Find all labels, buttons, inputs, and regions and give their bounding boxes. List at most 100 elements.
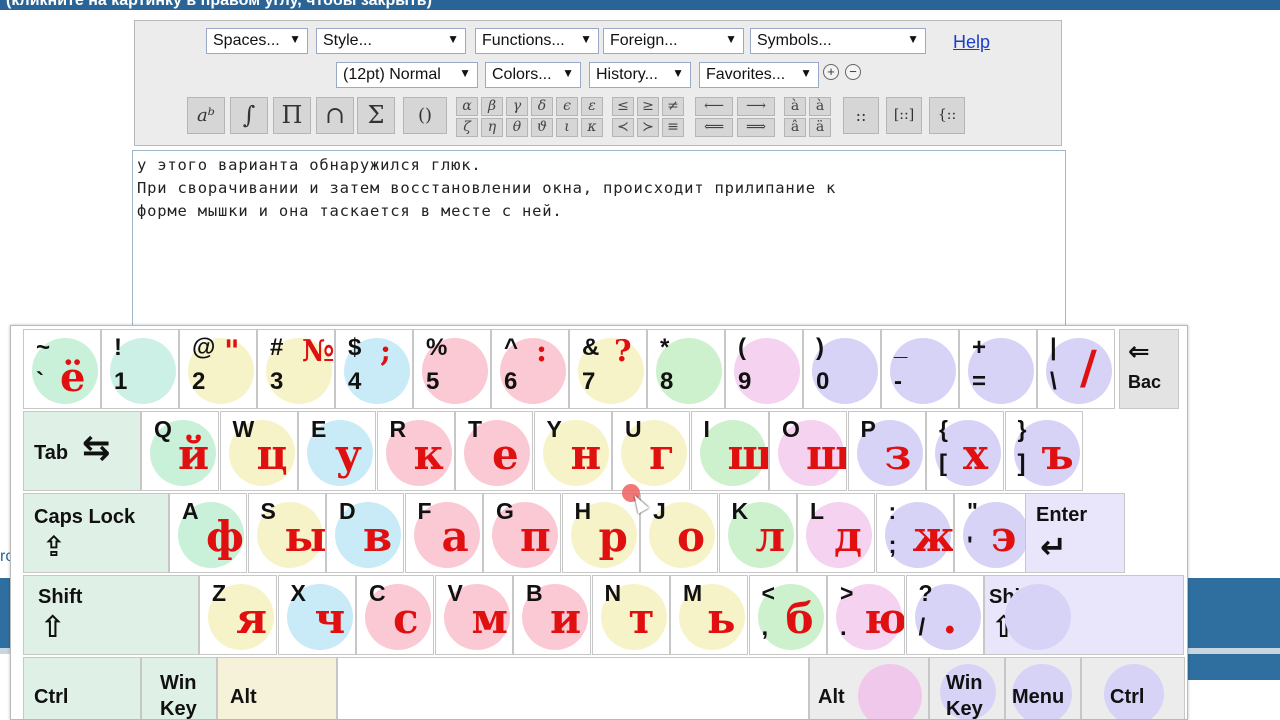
umlaut-accent-button[interactable]: ä (809, 118, 831, 137)
key-q[interactable]: Qй (141, 411, 219, 491)
left-ctrl-key[interactable]: Ctrl (23, 657, 141, 719)
prec-button[interactable]: ≺ (612, 118, 634, 137)
key-e[interactable]: Eу (298, 411, 376, 491)
eta-button[interactable]: η (481, 118, 503, 137)
key-8[interactable]: * 8 (647, 329, 725, 409)
superscript-button[interactable]: aᵇ (187, 97, 225, 134)
key-f[interactable]: Fа (404, 493, 483, 573)
key-m[interactable]: Mь (670, 575, 748, 655)
key-k[interactable]: Kл (718, 493, 797, 573)
key-r[interactable]: Rк (376, 411, 455, 491)
key-t[interactable]: Tе (455, 411, 533, 491)
key-1[interactable]: ! 1 (101, 329, 179, 409)
key-7[interactable]: & 7? (569, 329, 647, 409)
key-z[interactable]: Zя (199, 575, 277, 655)
key-u[interactable]: Uг (612, 411, 690, 491)
backspace-key[interactable]: Bac ⇐ (1119, 329, 1179, 409)
intersection-button[interactable]: ∩ (316, 97, 354, 134)
kappa-button[interactable]: κ (581, 118, 603, 137)
key-n[interactable]: Nт (591, 575, 670, 655)
key-}[interactable]: }] ъ (1004, 411, 1083, 491)
beta-button[interactable]: β (481, 97, 503, 116)
delta-button[interactable]: δ (531, 97, 553, 116)
epsilon-button[interactable]: ϵ (556, 97, 578, 116)
history-dropdown[interactable]: History... ▼ (589, 62, 691, 88)
double-right-arrow-button[interactable]: ⟹ (737, 118, 775, 137)
key-3[interactable]: #3 № (257, 329, 335, 409)
right-ctrl-key[interactable]: Ctrl (1081, 657, 1185, 719)
geq-button[interactable]: ≥ (637, 97, 659, 116)
succ-button[interactable]: ≻ (637, 118, 659, 137)
key-slash[interactable]: ? /. (905, 575, 984, 655)
key-s[interactable]: Sы (247, 493, 326, 573)
right-shift-key[interactable]: Shift⇧ (984, 575, 1184, 655)
parentheses-button[interactable]: () (403, 97, 447, 134)
varepsilon-button[interactable]: ε (581, 97, 603, 116)
right-arrow-button[interactable]: ⟶ (737, 97, 775, 116)
product-button[interactable]: Π (273, 97, 311, 134)
neq-button[interactable]: ≠ (662, 97, 684, 116)
key-\[interactable]: | \ / (1037, 329, 1115, 409)
key-0[interactable]: ) 0 (803, 329, 881, 409)
double-left-arrow-button[interactable]: ⟸ (695, 118, 733, 137)
key-y[interactable]: Yн (533, 411, 612, 491)
key-w[interactable]: Wц (219, 411, 298, 491)
vartheta-button[interactable]: ϑ (531, 118, 553, 137)
menu-key[interactable]: Menu (1005, 657, 1081, 719)
right-win-key[interactable]: Win Key (929, 657, 1005, 719)
functions-dropdown[interactable]: Functions... ▼ (475, 28, 599, 54)
key-comma[interactable]: <, б (748, 575, 827, 655)
alpha-button[interactable]: α (456, 97, 478, 116)
integral-button[interactable]: ∫ (230, 97, 268, 134)
favorites-dropdown[interactable]: Favorites... ▼ (699, 62, 819, 88)
key-4[interactable]: $4; (335, 329, 413, 409)
left-win-key[interactable]: Win Key (141, 657, 217, 719)
theta-button[interactable]: θ (506, 118, 528, 137)
key-2[interactable]: @2 " (179, 329, 257, 409)
key-j[interactable]: Jо (640, 493, 718, 573)
key-b[interactable]: Bи (513, 575, 591, 655)
key-l[interactable]: Lд (797, 493, 875, 573)
key-i[interactable]: Iш (690, 411, 769, 491)
gamma-button[interactable]: γ (506, 97, 528, 116)
brace-matrix-button[interactable]: {:: (929, 97, 965, 134)
key--[interactable]: _ - (881, 329, 959, 409)
key-c[interactable]: Cс (356, 575, 434, 655)
key-6[interactable]: ^ 6: (491, 329, 569, 409)
key-{[interactable]: {[х (926, 411, 1004, 491)
foreign-dropdown[interactable]: Foreign... ▼ (603, 28, 744, 54)
zoom-in-icon[interactable]: + (823, 64, 839, 80)
left-shift-key[interactable]: Shift ⇧ (23, 575, 199, 655)
zeta-button[interactable]: ζ (456, 118, 478, 137)
key-v[interactable]: Vм (434, 575, 513, 655)
sum-button[interactable]: Σ (357, 97, 395, 134)
key-5[interactable]: % 5 (413, 329, 491, 409)
key-p[interactable]: Pз (847, 411, 926, 491)
matrix-button[interactable]: :: (843, 97, 879, 134)
key-quote[interactable]: " ' э (954, 493, 1032, 573)
zoom-out-icon[interactable]: − (845, 64, 861, 80)
left-alt-key[interactable]: Alt (217, 657, 337, 719)
key-g[interactable]: Gп (483, 493, 561, 573)
key-a[interactable]: Aф (169, 493, 247, 573)
hat-accent-button[interactable]: â (784, 118, 806, 137)
key-semicolon[interactable]: :; ж (875, 493, 954, 573)
key-x[interactable]: Xч (277, 575, 356, 655)
key-=[interactable]: + = (959, 329, 1037, 409)
tab-key[interactable]: Tab ⇆ (23, 411, 141, 491)
key-`[interactable]: ~ ` ё (23, 329, 101, 409)
leq-button[interactable]: ≤ (612, 97, 634, 116)
caps-lock-key[interactable]: Caps Lock ⇪ (23, 493, 169, 573)
right-alt-key[interactable]: Alt (809, 657, 929, 719)
iota-button[interactable]: ι (556, 118, 578, 137)
key-9[interactable]: (9 (725, 329, 803, 409)
grave-accent-button[interactable]: à (784, 97, 806, 116)
help-link[interactable]: Help (953, 32, 990, 53)
key-o[interactable]: Oщ (769, 411, 847, 491)
key-h[interactable]: Hр (561, 493, 640, 573)
key-period[interactable]: >. ю (827, 575, 905, 655)
dot-accent-button[interactable]: à (809, 97, 831, 116)
style-dropdown[interactable]: Style... ▼ (316, 28, 466, 54)
symbols-dropdown[interactable]: Symbols... ▼ (750, 28, 926, 54)
equation-text-input[interactable]: у этого варианта обнаружился глюк. При с… (132, 150, 1066, 330)
